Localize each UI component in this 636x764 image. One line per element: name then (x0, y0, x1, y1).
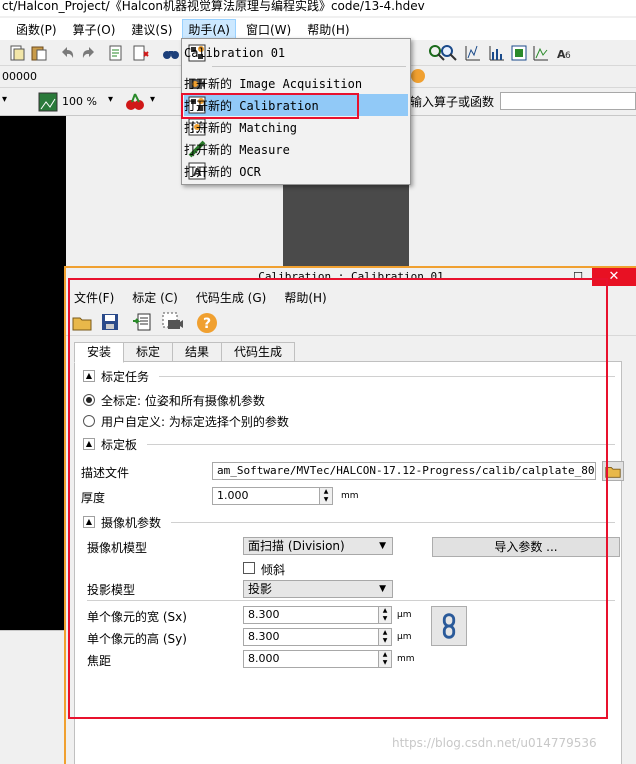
inspect-variable-icon[interactable] (162, 44, 180, 62)
menu-item-image-acquisition[interactable]: 打开新的 Image Acquisition (184, 72, 408, 94)
main-menubar: 函数(P) 算子(O) 建议(S) 助手(A) 窗口(W) 帮助(H) (0, 18, 636, 40)
cut-icon[interactable] (8, 44, 26, 62)
operator-search-label: 输入算子或函数 (410, 95, 495, 109)
graphics-window[interactable] (0, 116, 66, 630)
zoom-dropdown-arrow[interactable]: ▾ (108, 94, 113, 105)
window-title: ct/Halcon_Project/《Halcon机器视觉算法原理与编程实践》c… (0, 0, 636, 16)
watermark: https://blog.csdn.net/u014779536 (392, 736, 597, 750)
menu-window[interactable]: 窗口(W) (240, 19, 297, 40)
annotation-box-menu (181, 93, 359, 119)
program-window-edge (0, 630, 64, 764)
edit-program-icon[interactable] (108, 44, 126, 62)
left-dropdown-arrow[interactable]: ▾ (2, 94, 7, 105)
annotation-box-dialog (68, 278, 608, 719)
color-dropdown-arrow[interactable]: ▾ (150, 94, 155, 105)
svg-text:6: 6 (565, 51, 571, 61)
gray-histogram-icon[interactable] (532, 44, 550, 62)
menu-functions[interactable]: 函数(P) (10, 19, 63, 40)
ocr-tool-icon[interactable]: A6 (556, 44, 574, 62)
menu-separator (212, 66, 406, 67)
menu-operators[interactable]: 算子(O) (67, 19, 122, 40)
coordinate-readout: 00000 (2, 70, 37, 83)
operator-window (409, 116, 636, 266)
menu-suggestions[interactable]: 建议(S) (125, 19, 178, 40)
color-picker-icon[interactable] (124, 92, 146, 112)
menu-item-matching[interactable]: 打开新的 Matching (184, 116, 408, 138)
image-size-icon[interactable] (38, 92, 58, 112)
histogram-icon[interactable] (464, 44, 482, 62)
menu-help[interactable]: 帮助(H) (301, 19, 355, 40)
zoom-level[interactable]: 100 % (62, 95, 97, 108)
menu-item-ocr[interactable]: A 打开新的 OCR (184, 160, 408, 182)
undo-icon[interactable] (58, 44, 76, 62)
menu-item-calibration-01[interactable]: Calibration 01 (184, 42, 408, 64)
operator-search-input[interactable] (500, 92, 636, 110)
delete-line-icon[interactable] (132, 44, 150, 62)
menu-item-measure[interactable]: 打开新的 Measure (184, 138, 408, 160)
zoom-graph-icon[interactable] (440, 44, 458, 62)
tab-setup[interactable]: 安装 (74, 342, 125, 363)
paste-icon[interactable] (30, 44, 48, 62)
halcon-logo-icon (411, 69, 425, 83)
menu-assistants[interactable]: 助手(A) (182, 18, 236, 40)
redo-icon[interactable] (80, 44, 98, 62)
line-profile-icon[interactable] (488, 44, 506, 62)
feature-inspection-icon[interactable] (510, 44, 528, 62)
